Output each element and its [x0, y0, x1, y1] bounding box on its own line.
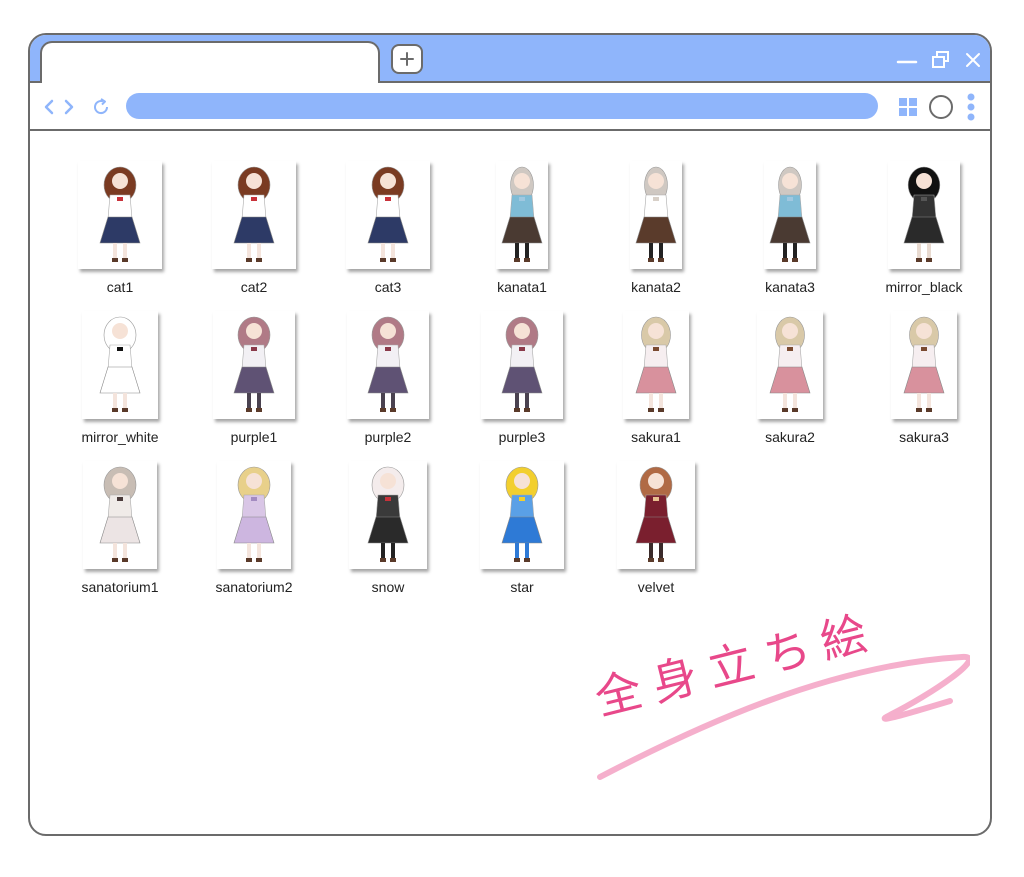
character-illustration — [367, 316, 409, 412]
file-name: kanata3 — [765, 279, 815, 295]
new-tab-button[interactable] — [391, 44, 423, 74]
character-illustration — [99, 166, 141, 262]
file-item[interactable]: velvet — [596, 461, 716, 595]
browser-tab[interactable] — [40, 41, 380, 83]
character-illustration — [635, 166, 677, 262]
handwritten-text: 全身立ち絵 — [590, 605, 884, 726]
reload-icon[interactable] — [90, 96, 112, 118]
file-item[interactable]: purple2 — [328, 311, 448, 445]
file-name: sanatorium1 — [81, 579, 159, 595]
file-item[interactable]: kanata1 — [462, 161, 582, 295]
character-illustration — [635, 316, 677, 412]
file-thumbnail[interactable] — [617, 461, 695, 569]
file-item[interactable]: cat1 — [60, 161, 180, 295]
profile-circle-icon[interactable] — [928, 94, 954, 120]
character-illustration — [501, 316, 543, 412]
file-name: velvet — [637, 579, 675, 595]
file-item[interactable]: mirror_black — [864, 161, 984, 295]
close-icon[interactable] — [962, 49, 984, 71]
restore-icon[interactable] — [930, 49, 952, 71]
browser-window: cat1 cat2 cat3 kanata1 kanata2 kanata3 m… — [28, 33, 992, 836]
file-thumbnail[interactable] — [480, 461, 564, 569]
file-name: sakura2 — [765, 429, 815, 445]
file-name: cat1 — [106, 279, 134, 295]
file-thumbnail[interactable] — [496, 161, 548, 269]
file-item[interactable]: star — [462, 461, 582, 595]
file-name: sakura3 — [899, 429, 949, 445]
file-item[interactable]: kanata3 — [730, 161, 850, 295]
file-name: kanata2 — [631, 279, 681, 295]
chevron-right-icon[interactable] — [62, 97, 76, 117]
file-thumbnail[interactable] — [213, 311, 295, 419]
file-name: snow — [371, 579, 405, 595]
file-name: cat3 — [374, 279, 402, 295]
file-item[interactable]: cat2 — [194, 161, 314, 295]
title-bar — [30, 35, 990, 83]
file-thumbnail[interactable] — [349, 461, 427, 569]
character-illustration — [99, 316, 141, 412]
apps-grid-icon[interactable] — [898, 97, 918, 117]
file-thumbnail[interactable] — [347, 311, 429, 419]
file-thumbnail[interactable] — [481, 311, 563, 419]
file-item[interactable]: purple3 — [462, 311, 582, 445]
character-illustration — [367, 166, 409, 262]
file-thumbnail[interactable] — [891, 311, 957, 419]
file-name: sakura1 — [631, 429, 681, 445]
file-name: mirror_black — [885, 279, 963, 295]
file-item[interactable]: snow — [328, 461, 448, 595]
file-thumbnail[interactable] — [83, 461, 157, 569]
file-thumbnail[interactable] — [757, 311, 823, 419]
file-thumbnail[interactable] — [212, 161, 296, 269]
file-item[interactable]: mirror_white — [60, 311, 180, 445]
file-name: purple3 — [498, 429, 546, 445]
file-item[interactable]: sakura1 — [596, 311, 716, 445]
url-bar[interactable] — [126, 93, 878, 119]
character-illustration — [501, 166, 543, 262]
file-thumbnail[interactable] — [888, 161, 960, 269]
character-illustration — [635, 466, 677, 562]
file-thumbnail[interactable] — [217, 461, 291, 569]
file-thumbnail[interactable] — [82, 311, 158, 419]
file-name: purple2 — [364, 429, 412, 445]
file-name: cat2 — [240, 279, 268, 295]
handwritten-title: 全身立ち絵 — [590, 605, 970, 780]
address-bar-row — [30, 83, 990, 131]
character-illustration — [233, 166, 275, 262]
character-illustration — [903, 166, 945, 262]
file-item[interactable]: sakura3 — [864, 311, 984, 445]
file-name: sanatorium2 — [215, 579, 293, 595]
minimize-icon[interactable] — [896, 49, 918, 71]
character-illustration — [769, 166, 811, 262]
character-illustration — [99, 466, 141, 562]
character-illustration — [769, 316, 811, 412]
file-name: purple1 — [230, 429, 278, 445]
file-item[interactable]: sanatorium2 — [194, 461, 314, 595]
file-thumbnail[interactable] — [630, 161, 682, 269]
character-illustration — [501, 466, 543, 562]
character-illustration — [233, 466, 275, 562]
character-illustration — [233, 316, 275, 412]
file-item[interactable]: sanatorium1 — [60, 461, 180, 595]
file-thumbnail[interactable] — [764, 161, 816, 269]
more-vert-icon[interactable] — [966, 93, 976, 121]
chevron-left-icon[interactable] — [42, 97, 56, 117]
file-thumbnail[interactable] — [346, 161, 430, 269]
file-thumbnail[interactable] — [78, 161, 162, 269]
file-name: mirror_white — [81, 429, 159, 445]
file-item[interactable]: purple1 — [194, 311, 314, 445]
file-name: star — [510, 579, 534, 595]
file-item[interactable]: kanata2 — [596, 161, 716, 295]
character-illustration — [903, 316, 945, 412]
file-item[interactable]: sakura2 — [730, 311, 850, 445]
character-illustration — [367, 466, 409, 562]
file-thumbnail[interactable] — [623, 311, 689, 419]
plus-icon — [400, 52, 414, 66]
file-item[interactable]: cat3 — [328, 161, 448, 295]
file-name: kanata1 — [497, 279, 547, 295]
